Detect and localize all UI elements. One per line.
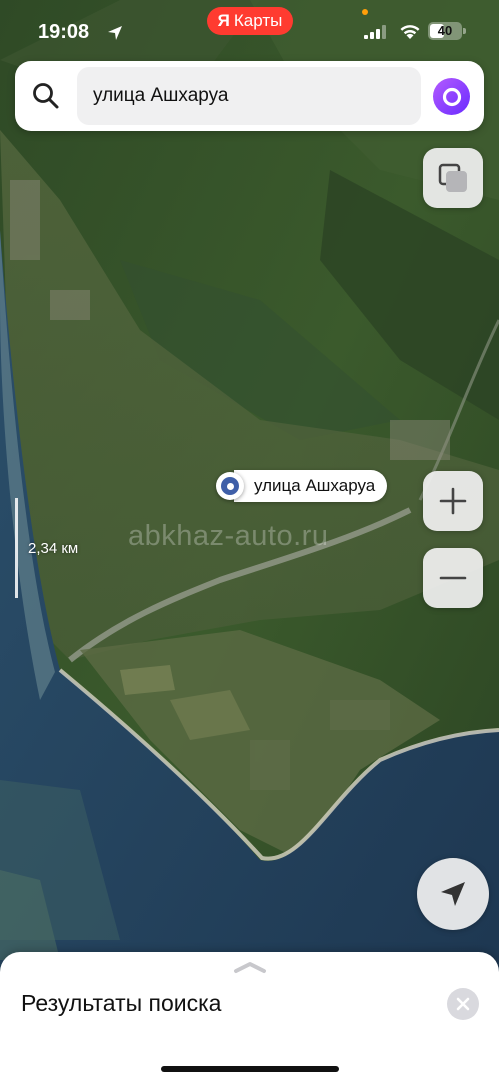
- zoom-out-button[interactable]: [423, 548, 483, 608]
- pin-label: улица Ашхаруа: [234, 470, 388, 502]
- close-icon: [456, 997, 470, 1011]
- alice-icon: [442, 87, 461, 106]
- navigation-arrow-icon: [441, 882, 465, 906]
- my-location-button[interactable]: [417, 858, 489, 930]
- scale-bar: [15, 498, 18, 598]
- layers-icon: [438, 163, 467, 192]
- search-bar: улица Ашхаруа: [15, 61, 484, 131]
- search-input[interactable]: улица Ашхаруа: [77, 67, 421, 125]
- app-return-pill[interactable]: Я Карты: [207, 7, 293, 35]
- alice-assistant-button[interactable]: [433, 78, 470, 115]
- location-arrow-icon: [108, 26, 122, 40]
- plus-icon: [439, 487, 467, 515]
- scale-label: 2,34 км: [28, 540, 79, 557]
- clock: 19:08: [38, 21, 90, 43]
- wifi-icon: [400, 25, 420, 39]
- home-indicator[interactable]: [161, 1066, 339, 1072]
- search-query: улица Ашхаруа: [93, 85, 229, 106]
- battery-indicator: 40: [428, 22, 462, 40]
- chevron-up-icon[interactable]: [233, 960, 267, 974]
- watermark: abkhaz-auto.ru: [128, 520, 329, 552]
- privacy-indicator: [362, 9, 368, 15]
- zoom-in-button[interactable]: [423, 471, 483, 531]
- layers-button[interactable]: [423, 148, 483, 208]
- battery-percent: 40: [437, 23, 453, 38]
- app-name: Карты: [233, 11, 283, 30]
- battery-cap: [463, 28, 466, 34]
- yandex-logo: Я: [217, 11, 230, 30]
- pin-marker: [216, 472, 244, 500]
- status-bar: 19:08 Я Карты 40: [0, 0, 499, 62]
- map-pin[interactable]: улица Ашхаруа: [216, 470, 388, 502]
- search-results-sheet[interactable]: Результаты поиска: [0, 952, 499, 1080]
- sheet-title: Результаты поиска: [21, 990, 222, 1016]
- close-button[interactable]: [447, 988, 479, 1020]
- minus-icon: [439, 576, 467, 580]
- cellular-signal-icon: [364, 25, 386, 39]
- search-icon[interactable]: [31, 81, 61, 111]
